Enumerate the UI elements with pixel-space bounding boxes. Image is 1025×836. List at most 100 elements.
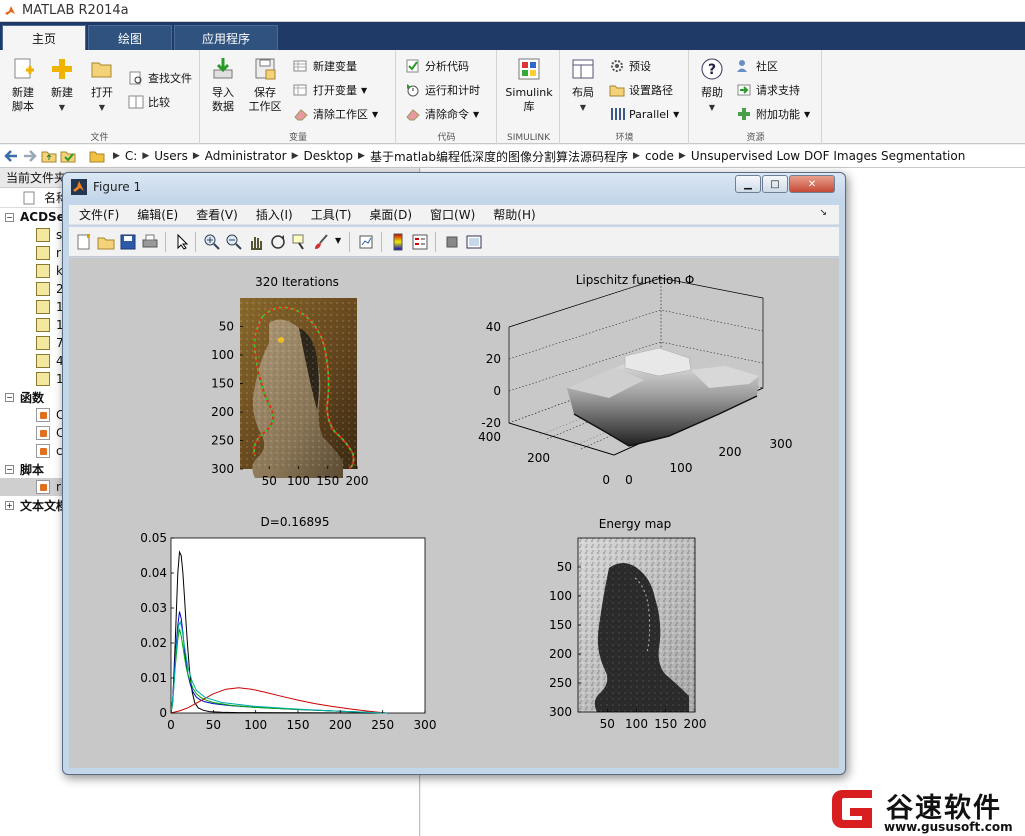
zoom-in-icon[interactable]: [203, 233, 221, 251]
y-tick-label: 150: [549, 618, 572, 632]
menu-edit[interactable]: 编辑(E): [137, 206, 178, 223]
preferences-button[interactable]: 预设: [609, 56, 651, 76]
back-arrow-icon[interactable]: [3, 148, 19, 164]
brush-icon[interactable]: [313, 233, 331, 251]
show-plot-tools-icon[interactable]: [465, 233, 483, 251]
path-crumb-current[interactable]: Unsupervised Low DOF Images Segmentation: [691, 149, 966, 163]
clear-workspace-button[interactable]: 清除工作区 ▼: [293, 104, 378, 124]
layout-button[interactable]: 布局 ▼: [567, 56, 599, 115]
path-crumb-code[interactable]: code: [645, 149, 674, 163]
find-files-button[interactable]: 查找文件: [128, 68, 192, 88]
m-file-icon: [36, 480, 50, 494]
import-icon: [213, 58, 233, 79]
x-tick-label: 50: [262, 474, 277, 488]
tab-plots[interactable]: 绘图: [88, 25, 172, 50]
rotate-3d-icon[interactable]: [269, 233, 287, 251]
figure-canvas[interactable]: 320 Iterations 50 100 150 200 250 300 50 100 15…: [69, 258, 839, 768]
request-support-button[interactable]: 请求支持: [736, 80, 800, 100]
plot2-y-ticks: 400 200 0: [478, 430, 610, 487]
collapse-icon[interactable]: −: [5, 464, 14, 474]
file-name: r: [56, 246, 61, 260]
open-button[interactable]: 打开 ▼: [86, 56, 118, 115]
x-tick-label: 200: [346, 474, 369, 488]
y-tick-label: 100: [211, 348, 234, 362]
z-tick-label: -20: [481, 416, 501, 430]
new-button[interactable]: 新建 ▼: [46, 56, 78, 115]
path-crumb-project[interactable]: 基于matlab编程低深度的图像分割算法源码程序: [370, 148, 628, 165]
y-tick-label: 50: [557, 560, 572, 574]
up-folder-icon[interactable]: [41, 148, 57, 164]
maximize-button[interactable]: □: [762, 175, 788, 193]
community-button[interactable]: 社区: [736, 56, 778, 76]
save-workspace-button[interactable]: 保存 工作区: [247, 56, 283, 114]
analyze-code-button[interactable]: 分析代码: [405, 56, 469, 76]
addons-button[interactable]: 附加功能 ▼: [736, 104, 810, 124]
menu-window[interactable]: 窗口(W): [430, 206, 475, 223]
compare-button[interactable]: 比较: [128, 92, 170, 112]
clear-commands-button[interactable]: 清除命令 ▼: [405, 104, 479, 124]
import-data-button[interactable]: 导入 数据: [207, 56, 239, 114]
menu-file[interactable]: 文件(F): [79, 206, 119, 223]
x-tick-label: 0: [625, 473, 633, 487]
watermark-logo-icon: [832, 790, 872, 828]
new-script-button[interactable]: 新建 脚本: [6, 56, 40, 114]
open-variable-button[interactable]: 打开变量 ▼: [293, 80, 367, 100]
run-and-time-button[interactable]: 运行和计时: [405, 80, 480, 100]
path-crumb-desktop[interactable]: Desktop: [304, 149, 354, 163]
addons-label: 附加功能: [756, 108, 800, 121]
dock-arrow-icon[interactable]: ↘: [819, 208, 827, 218]
minimize-button[interactable]: ▁: [735, 175, 761, 193]
new-figure-icon[interactable]: [75, 233, 93, 251]
link-plot-icon[interactable]: [357, 233, 375, 251]
brush-dropdown-icon[interactable]: ▼: [335, 236, 341, 245]
menu-tools[interactable]: 工具(T): [311, 206, 352, 223]
parallel-button[interactable]: Parallel ▼: [609, 104, 679, 124]
find-files-label: 查找文件: [148, 72, 192, 85]
browse-folder-icon[interactable]: [60, 148, 76, 164]
pointer-icon[interactable]: [173, 233, 191, 251]
menu-insert[interactable]: 插入(I): [256, 206, 293, 223]
image-file-icon: [36, 336, 50, 350]
menu-view[interactable]: 查看(V): [196, 206, 238, 223]
collapse-icon[interactable]: −: [5, 212, 14, 222]
save-figure-icon[interactable]: [119, 233, 137, 251]
y-tick-label: 0.01: [140, 671, 167, 685]
collapse-icon[interactable]: −: [5, 392, 14, 402]
set-path-button[interactable]: 设置路径: [609, 80, 673, 100]
y-tick-label: 200: [549, 647, 572, 661]
menu-desktop[interactable]: 桌面(D): [369, 206, 412, 223]
path-crumb-drive[interactable]: C:: [125, 149, 137, 163]
pan-hand-icon[interactable]: [247, 233, 265, 251]
run-and-time-label: 运行和计时: [425, 84, 480, 97]
tree-group-label: 脚本: [20, 462, 45, 477]
hide-plot-tools-icon[interactable]: [443, 233, 461, 251]
group-simulink-label: SIMULINK: [506, 133, 551, 143]
path-crumb-users[interactable]: Users: [154, 149, 188, 163]
z-tick-label: 0: [493, 384, 501, 398]
forward-arrow-icon[interactable]: [22, 148, 38, 164]
y-tick-label: 400: [478, 430, 501, 444]
menu-help[interactable]: 帮助(H): [493, 206, 535, 223]
zoom-out-icon[interactable]: [225, 233, 243, 251]
new-label: 新建: [51, 86, 73, 99]
expand-icon[interactable]: +: [5, 500, 14, 510]
path-separator-icon: ▶: [678, 151, 686, 161]
group-resources-label: 资源: [746, 133, 765, 143]
tab-home[interactable]: 主页: [2, 25, 86, 50]
print-icon[interactable]: [141, 233, 159, 251]
new-variable-button[interactable]: 新建变量: [293, 56, 357, 76]
y-tick-label: 0.05: [140, 531, 167, 545]
path-crumb-administrator[interactable]: Administrator: [205, 149, 287, 163]
ribbon-tabs: 主页 绘图 应用程序: [0, 22, 1025, 50]
tab-apps[interactable]: 应用程序: [174, 25, 278, 50]
close-button[interactable]: ✕: [789, 175, 835, 193]
figure-title-bar[interactable]: Figure 1: [63, 173, 845, 201]
colorbar-icon[interactable]: [389, 233, 407, 251]
simulink-library-button[interactable]: Simulink 库: [504, 56, 554, 114]
legend-icon[interactable]: [411, 233, 429, 251]
y-tick-label: 200: [527, 451, 550, 465]
image-file-icon: [36, 300, 50, 314]
data-cursor-icon[interactable]: [291, 233, 309, 251]
help-button[interactable]: ? 帮助 ▼: [696, 56, 728, 115]
open-file-icon[interactable]: [97, 233, 115, 251]
